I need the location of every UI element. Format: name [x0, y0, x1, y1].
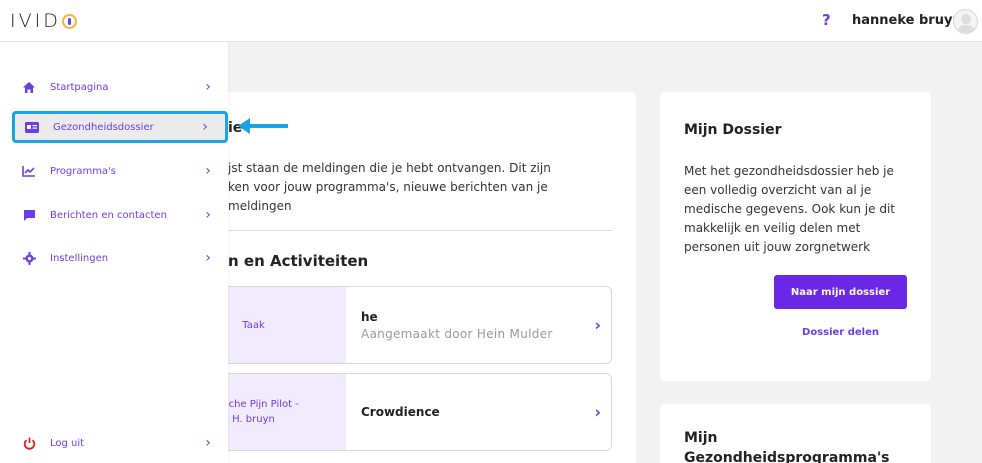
intro-line: ken voor jouw programma's, nieuwe berich… [228, 180, 548, 194]
avatar[interactable] [953, 9, 978, 34]
task-type-label: Taak [242, 319, 265, 331]
id-card-icon [23, 118, 41, 136]
power-icon [20, 434, 38, 452]
section-divider [228, 230, 612, 231]
sidebar-item-logout[interactable]: Log uit › [12, 428, 228, 458]
sidebar-item-label: Log uit [50, 437, 85, 449]
task-content: he Aangemaakt door Hein Mulder [361, 287, 553, 363]
sidebar-item-instellingen[interactable]: Instellingen › [12, 243, 228, 273]
chevron-right-icon[interactable]: › [594, 316, 601, 335]
dossier-text-line: medische gegevens. Ook kun je dit [684, 202, 895, 216]
sidebar-item-gezondheidsdossier[interactable]: Gezondheidsdossier › [12, 111, 228, 143]
sidebar-item-startpagina[interactable]: Startpagina › [12, 72, 228, 102]
user-name[interactable]: hanneke bruyn [852, 13, 962, 28]
chart-line-icon [20, 162, 38, 180]
task-content: Crowdience [361, 374, 440, 450]
open-dossier-button[interactable]: Naar mijn dossier [774, 275, 907, 309]
task-subtitle: Aangemaakt door Hein Mulder [361, 326, 553, 341]
task-title: Crowdience [361, 405, 440, 419]
programs-title: Mijn Gezondheidsprogramma's [684, 428, 914, 463]
dossier-text-line: personen uit jouw zorgnetwerk [684, 240, 871, 254]
sidebar-item-label: Programma's [50, 165, 117, 177]
chevron-right-icon: › [205, 435, 211, 451]
task-title: he [361, 309, 378, 324]
sidebar-item-berichten[interactable]: Berichten en contacten › [12, 200, 228, 230]
app-logo[interactable]: IVID [10, 10, 77, 32]
chevron-right-icon: › [205, 163, 211, 179]
notifications-intro: jst staan de meldingen die je hebt ontva… [228, 159, 568, 216]
dossier-card: Mijn Dossier Met het gezondheidsdossier … [660, 92, 931, 381]
chevron-right-icon: › [205, 207, 211, 223]
help-button[interactable]: ? [822, 11, 831, 29]
sidebar-item-label: Berichten en contacten [50, 209, 167, 221]
sidebar-item-label: Instellingen [50, 252, 109, 264]
programs-title-line: Mijn [684, 430, 718, 446]
dossier-text-line: een volledig overzicht van al je [684, 183, 872, 197]
top-bar: IVID ? hanneke bruyn [0, 0, 982, 42]
share-dossier-link[interactable]: Dossier delen [774, 327, 907, 338]
home-icon [20, 78, 38, 96]
logo-text: IVID [10, 10, 61, 32]
intro-line: jst staan de meldingen die je hebt ontva… [228, 161, 551, 175]
dossier-title: Mijn Dossier [684, 122, 782, 138]
dossier-text-line: Met het gezondheidsdossier heb je [684, 164, 894, 178]
sidebar-item-programmas[interactable]: Programma's › [12, 156, 228, 186]
sidebar-menu: Startpagina › Gezondheidsdossier › Progr… [0, 42, 228, 463]
chevron-right-icon: › [205, 250, 211, 266]
chevron-right-icon: › [202, 119, 208, 135]
sidebar-item-label: Startpagina [50, 81, 109, 93]
annotation-arrow-icon [238, 118, 288, 134]
chevron-right-icon[interactable]: › [594, 403, 601, 422]
gear-icon [20, 249, 38, 267]
dossier-text-line: makkelijk en veilig delen met [684, 221, 861, 235]
dossier-description: Met het gezondheidsdossier heb je een vo… [684, 162, 914, 257]
tasks-section-title: n en Activiteiten [228, 252, 369, 270]
chat-icon [20, 206, 38, 224]
programs-card: Mijn Gezondheidsprogramma's [660, 404, 931, 463]
programs-title-line: Gezondheidsprogramma's [684, 450, 890, 463]
logo-mark-icon [61, 13, 77, 29]
intro-line: meldingen [228, 199, 292, 213]
chevron-right-icon: › [205, 79, 211, 95]
sidebar-item-label: Gezondheidsdossier [53, 121, 154, 133]
